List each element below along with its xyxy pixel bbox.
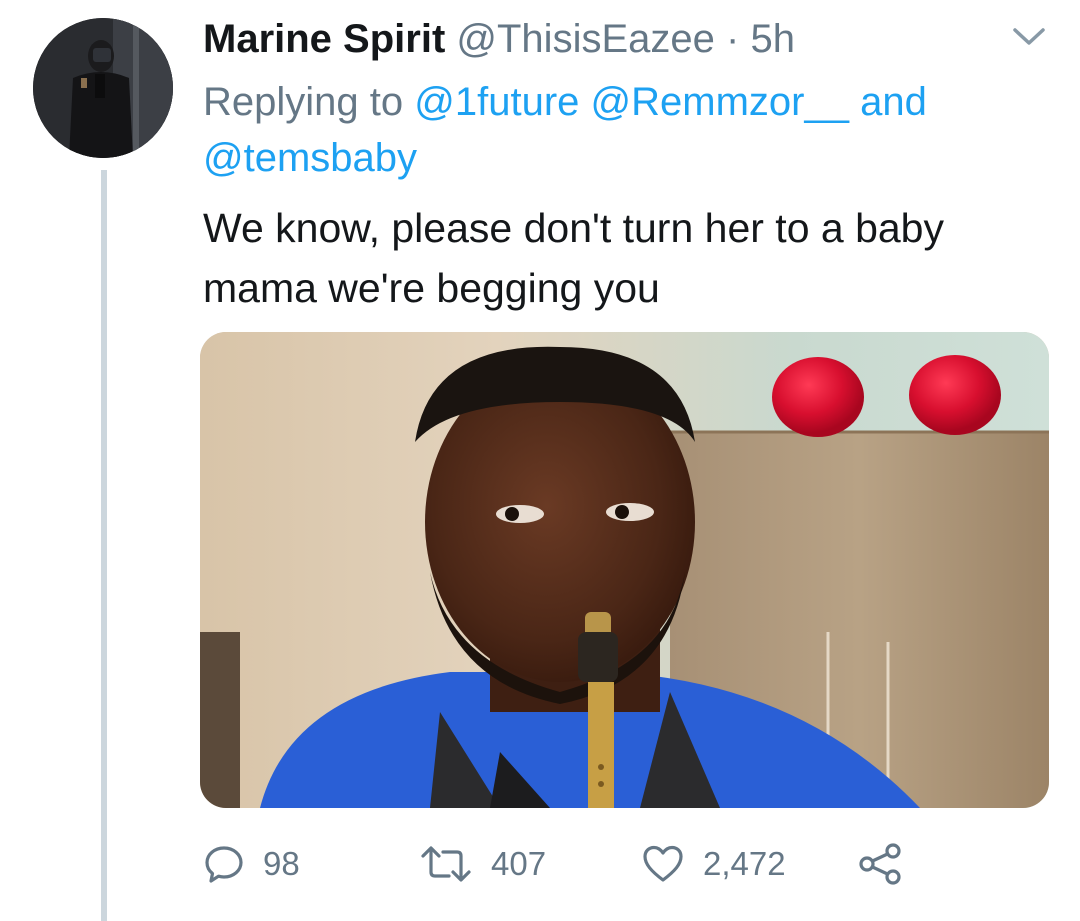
tweet-media-image[interactable] bbox=[200, 332, 1049, 808]
reply-bubble-icon bbox=[205, 846, 243, 883]
mention-link[interactable]: @1future bbox=[414, 80, 579, 124]
mention-joiner[interactable]: and bbox=[860, 80, 927, 124]
share-icon bbox=[859, 843, 901, 885]
avatar[interactable] bbox=[33, 18, 173, 158]
tweet[interactable]: Marine Spirit @ThisisEazee · 5h Replying… bbox=[0, 0, 1080, 921]
like-count: 2,472 bbox=[703, 845, 786, 882]
separator-dot: · bbox=[726, 17, 740, 61]
tweet-text-line: We know, please don't turn her to a baby bbox=[203, 205, 944, 251]
mention-link[interactable]: @Remmzor__ bbox=[591, 80, 849, 124]
tweet-text-line: mama we're begging you bbox=[203, 265, 660, 311]
media-photo bbox=[200, 332, 1049, 808]
retweet-count: 407 bbox=[491, 845, 547, 882]
thread-line bbox=[101, 170, 107, 921]
heart-icon bbox=[643, 845, 683, 882]
tweet-header: Marine Spirit @ThisisEazee · 5h bbox=[203, 14, 795, 64]
author-name[interactable]: Marine Spirit bbox=[203, 17, 445, 61]
like-button[interactable]: 2,472 bbox=[641, 836, 786, 892]
replying-to: Replying to @1future @Remmzor__ and @tem… bbox=[203, 74, 1033, 186]
tweet-actions: 98 407 2,472 bbox=[203, 836, 1003, 892]
author-handle[interactable]: @ThisisEazee bbox=[456, 17, 714, 61]
retweet-button[interactable]: 407 bbox=[419, 836, 546, 892]
share-button[interactable] bbox=[857, 836, 903, 892]
timestamp[interactable]: 5h bbox=[750, 17, 795, 61]
chevron-down-icon[interactable] bbox=[1012, 26, 1046, 48]
reply-button[interactable]: 98 bbox=[203, 836, 300, 892]
replying-to-label: Replying to bbox=[203, 80, 404, 124]
tweet-text: We know, please don't turn her to a baby… bbox=[203, 198, 1043, 318]
avatar-photo bbox=[33, 18, 173, 158]
mention-link[interactable]: @temsbaby bbox=[203, 136, 417, 180]
reply-count: 98 bbox=[263, 845, 300, 882]
retweet-icon bbox=[421, 846, 471, 882]
